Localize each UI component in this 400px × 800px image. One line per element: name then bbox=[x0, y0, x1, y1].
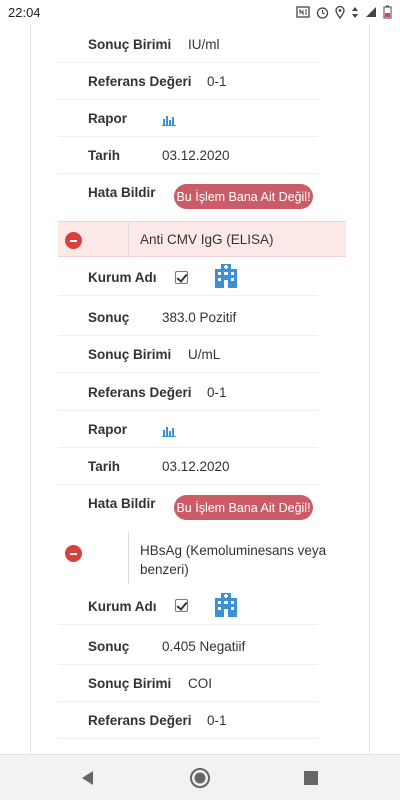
header-divider bbox=[128, 532, 129, 584]
test-header-cmv[interactable]: Anti CMV IgG (ELISA) bbox=[58, 221, 346, 258]
test-header-hbsag[interactable]: HBsAg (Kemoluminesans veya benzeri) bbox=[58, 532, 346, 584]
back-icon[interactable] bbox=[76, 766, 100, 790]
row-result: Sonuç 0.405 Negatiif bbox=[58, 628, 318, 665]
bar-chart-icon[interactable] bbox=[162, 113, 176, 131]
row-result: Sonuç 383.0 Pozitif bbox=[58, 299, 318, 336]
header-divider bbox=[128, 222, 129, 258]
status-bar: 22:04 bbox=[0, 0, 400, 24]
right-rail bbox=[369, 24, 370, 754]
institution-checkbox[interactable] bbox=[175, 599, 188, 612]
data-arrows-icon bbox=[351, 6, 359, 19]
battery-icon bbox=[383, 5, 392, 19]
nfc-icon bbox=[296, 6, 310, 18]
location-icon bbox=[335, 5, 345, 19]
hospital-building-icon[interactable] bbox=[213, 263, 239, 294]
row-date: Tarih 03.12.2020 bbox=[58, 448, 318, 485]
test-title-line1: HBsAg (Kemoluminesans veya bbox=[140, 543, 327, 558]
left-rail bbox=[30, 24, 31, 754]
row-unit: Sonuç Birimi IU/ml bbox=[58, 26, 318, 63]
not-mine-button[interactable]: Bu İşlem Bana Ait Değil! bbox=[174, 184, 313, 209]
status-time: 22:04 bbox=[8, 4, 41, 20]
row-institution: Kurum Adı bbox=[58, 588, 318, 625]
bar-chart-icon[interactable] bbox=[162, 424, 176, 442]
row-report: Rapor bbox=[58, 411, 318, 448]
row-reference: Referans Değeri 0-1 bbox=[58, 63, 318, 100]
row-institution: Kurum Adı bbox=[58, 259, 318, 296]
not-mine-button[interactable]: Bu İşlem Bana Ait Değil! bbox=[174, 495, 313, 520]
hospital-building-icon[interactable] bbox=[213, 592, 239, 623]
system-nav-bar bbox=[0, 754, 400, 800]
row-reference: Referans Değeri 0-1 bbox=[58, 374, 318, 411]
collapse-minus-icon[interactable] bbox=[65, 545, 82, 562]
row-date: Tarih 03.12.2020 bbox=[58, 137, 318, 174]
row-unit: Sonuç Birimi U/mL bbox=[58, 336, 318, 373]
row-reference: Referans Değeri 0-1 bbox=[58, 702, 318, 739]
test-title-line2: benzeri) bbox=[140, 562, 189, 577]
row-report: Rapor bbox=[58, 100, 318, 137]
row-unit: Sonuç Birimi COI bbox=[58, 665, 318, 702]
signal-icon bbox=[365, 6, 377, 18]
institution-checkbox[interactable] bbox=[175, 271, 188, 284]
alarm-icon bbox=[316, 6, 329, 19]
collapse-minus-icon[interactable] bbox=[65, 232, 82, 249]
recents-icon[interactable] bbox=[299, 766, 323, 790]
results-page: Sonuç Birimi IU/ml Referans Değeri 0-1 R… bbox=[0, 24, 400, 754]
test-title: Anti CMV IgG (ELISA) bbox=[140, 232, 274, 247]
status-icons bbox=[296, 5, 392, 19]
home-icon[interactable] bbox=[188, 766, 212, 790]
